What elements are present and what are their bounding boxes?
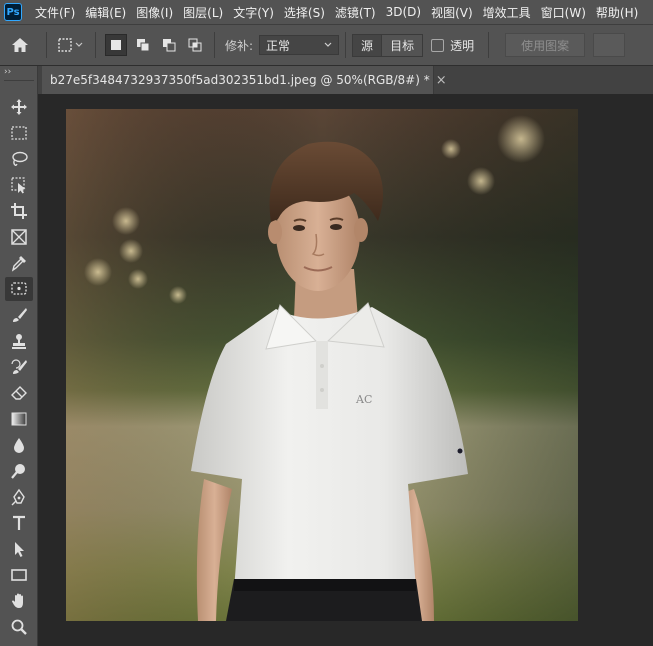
transparent-label: 透明 bbox=[450, 38, 475, 53]
rectangle-icon[interactable] bbox=[5, 563, 33, 587]
document-image[interactable]: AC bbox=[66, 109, 578, 621]
source-button[interactable]: 源 bbox=[353, 34, 382, 56]
menu-type[interactable]: 文字(Y) bbox=[228, 4, 279, 21]
home-icon[interactable] bbox=[0, 30, 40, 60]
menu-view[interactable]: 视图(V) bbox=[426, 4, 478, 21]
divider bbox=[95, 32, 96, 58]
add-to-selection-button[interactable] bbox=[133, 35, 153, 55]
divider bbox=[214, 32, 215, 58]
menu-help[interactable]: 帮助(H) bbox=[591, 4, 643, 21]
shirt-logo: AC bbox=[355, 393, 372, 406]
menu-layer[interactable]: 图层(L) bbox=[178, 4, 228, 21]
stamp-icon[interactable] bbox=[5, 329, 33, 353]
tools-panel: ›› bbox=[0, 66, 38, 646]
menu-file[interactable]: 文件(F) bbox=[30, 4, 80, 21]
divider bbox=[345, 32, 347, 58]
options-bar: 修补: 正常 源 目标 透明 使用图案 bbox=[0, 24, 653, 66]
patch-icon[interactable] bbox=[5, 277, 33, 301]
eyedropper-icon[interactable] bbox=[5, 251, 33, 275]
new-selection-button[interactable] bbox=[105, 34, 127, 56]
dodge-icon[interactable] bbox=[5, 459, 33, 483]
photoshop-logo[interactable]: Ps bbox=[4, 3, 22, 21]
blur-icon[interactable] bbox=[5, 433, 33, 457]
type-icon[interactable] bbox=[5, 511, 33, 535]
lasso-icon[interactable] bbox=[5, 147, 33, 171]
patch-label: 修补: bbox=[225, 38, 254, 53]
document-tab-bar: b27e5f3484732937350f5ad302351bd1.jpeg @ … bbox=[38, 66, 653, 94]
menu-bar: Ps 文件(F) 编辑(E) 图像(I) 图层(L) 文字(Y) 选择(S) 滤… bbox=[0, 0, 653, 24]
move-icon[interactable] bbox=[5, 95, 33, 119]
close-icon[interactable]: × bbox=[436, 73, 447, 88]
menu-select[interactable]: 选择(S) bbox=[279, 4, 330, 21]
patch-mode-select[interactable]: 正常 bbox=[259, 35, 340, 55]
menu-plugins[interactable]: 增效工具 bbox=[478, 4, 536, 21]
target-button[interactable]: 目标 bbox=[381, 34, 423, 56]
frame-icon[interactable] bbox=[5, 225, 33, 249]
menu-filter[interactable]: 滤镜(T) bbox=[330, 4, 381, 21]
menu-3d[interactable]: 3D(D) bbox=[381, 5, 426, 19]
subtract-from-selection-button[interactable] bbox=[159, 35, 179, 55]
document-tab-title: b27e5f3484732937350f5ad302351bd1.jpeg @ … bbox=[50, 73, 430, 87]
history-brush-icon[interactable] bbox=[5, 355, 33, 379]
transparent-checkbox[interactable] bbox=[431, 38, 445, 52]
menu-image[interactable]: 图像(I) bbox=[131, 4, 178, 21]
patch-mode-value: 正常 bbox=[266, 38, 291, 53]
object-select-icon[interactable] bbox=[5, 173, 33, 197]
canvas-area[interactable]: AC bbox=[38, 94, 653, 646]
brush-icon[interactable] bbox=[5, 303, 33, 327]
gradient-icon[interactable] bbox=[5, 407, 33, 431]
use-pattern-button[interactable]: 使用图案 bbox=[505, 33, 586, 57]
path-select-icon[interactable] bbox=[5, 537, 33, 561]
chevron-down-icon bbox=[324, 42, 332, 47]
hand-icon[interactable] bbox=[5, 589, 33, 613]
zoom-icon[interactable] bbox=[5, 615, 33, 639]
pattern-picker[interactable] bbox=[593, 33, 626, 57]
divider bbox=[46, 32, 47, 58]
intersect-selection-button[interactable] bbox=[185, 35, 205, 55]
collapse-icon[interactable]: ›› bbox=[4, 67, 11, 77]
menu-window[interactable]: 窗口(W) bbox=[536, 4, 591, 21]
crop-icon[interactable] bbox=[5, 199, 33, 223]
source-target-toggle: 源 目标 bbox=[352, 33, 424, 57]
boy-portrait-image: AC bbox=[66, 109, 578, 621]
pen-icon[interactable] bbox=[5, 485, 33, 509]
divider bbox=[488, 32, 490, 58]
document-tab[interactable]: b27e5f3484732937350f5ad302351bd1.jpeg @ … bbox=[42, 66, 447, 94]
marquee-icon[interactable] bbox=[5, 121, 33, 145]
divider bbox=[4, 80, 34, 81]
eraser-icon[interactable] bbox=[5, 381, 33, 405]
tool-preset-picker[interactable] bbox=[53, 30, 89, 60]
menu-edit[interactable]: 编辑(E) bbox=[80, 4, 131, 21]
